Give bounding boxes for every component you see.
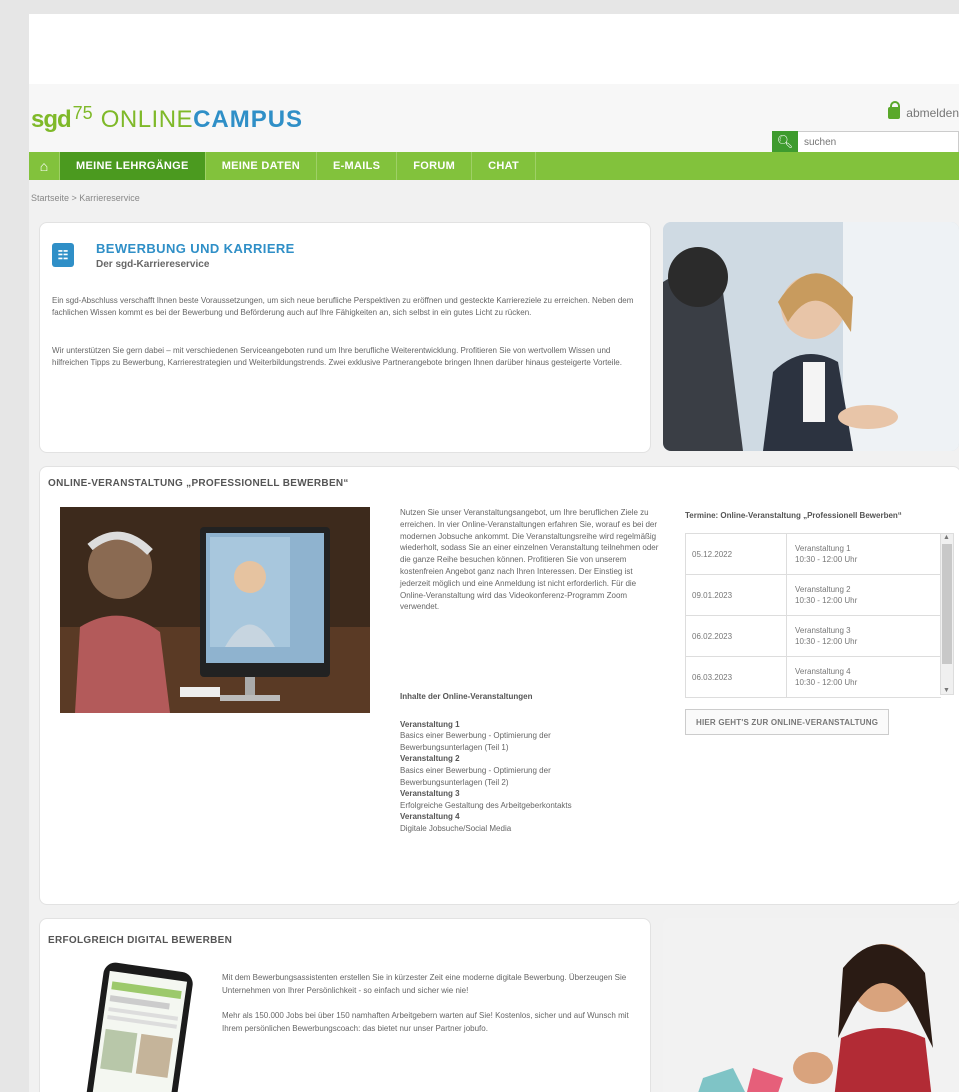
- schedule-table: 05.12.2022 Veranstaltung 1 10:30 - 12:00 …: [685, 533, 941, 698]
- schedule-event-name: Veranstaltung 4: [795, 667, 851, 676]
- schedule-event: Veranstaltung 2 10:30 - 12:00 Uhr: [787, 575, 941, 615]
- event-name: Veranstaltung 3: [400, 789, 460, 799]
- intro-paragraph-2: Wir unterstützen Sie gern dabei – mit ve…: [52, 346, 622, 367]
- digital-paragraph-2: Mehr als 150.000 Jobs bei über 150 namha…: [222, 1011, 629, 1033]
- digital-title: ERFOLGREICH DIGITAL BEWERBEN: [48, 935, 233, 946]
- schedule-event-name: Veranstaltung 3: [795, 626, 851, 635]
- intro-title: BEWERBUNG UND KARRIERE: [96, 241, 295, 256]
- logo-75: 75: [72, 103, 93, 123]
- scroll-thumb[interactable]: [942, 544, 952, 664]
- schedule-title: Termine: Online-Veranstaltung „Professio…: [685, 511, 902, 520]
- scroll-down-icon[interactable]: ▼: [943, 687, 950, 694]
- brand-light: ONLINE: [100, 106, 194, 133]
- logo-sgd: sgd: [31, 106, 72, 133]
- career-photo: [663, 222, 959, 451]
- event-name: Veranstaltung 4: [400, 812, 460, 822]
- schedule-date: 09.01.2023: [686, 575, 787, 615]
- brand-bold: CAMPUS: [193, 106, 304, 133]
- schedule-event: Veranstaltung 3 10:30 - 12:00 Uhr: [787, 616, 941, 656]
- digital-card: ERFOLGREICH DIGITAL BEWERBEN Mit dem Bew…: [39, 918, 651, 1092]
- event-name: Veranstaltung 1: [400, 719, 460, 729]
- logo[interactable]: sgd 75 ONLINECAMPUS: [31, 103, 303, 134]
- career-photo-image: [663, 222, 959, 451]
- breadcrumb[interactable]: Startseite > Karriereservice: [31, 193, 140, 203]
- page: sgd 75 ONLINECAMPUS abmelden 🔍︎ ⌂ MEINE …: [29, 14, 959, 1092]
- intro-paragraph-1: Ein sgd-Abschluss verschafft Ihnen beste…: [52, 296, 634, 317]
- phone-illustration: [65, 961, 205, 1092]
- schedule-date: 06.02.2023: [686, 616, 787, 656]
- schedule-event-name: Veranstaltung 2: [795, 585, 851, 594]
- online-event-text: Nutzen Sie unser Veranstaltungsangebot, …: [400, 508, 659, 612]
- table-row: 06.03.2023 Veranstaltung 4 10:30 - 12:00 …: [686, 657, 941, 697]
- home-icon[interactable]: ⌂: [29, 152, 60, 180]
- table-row: 05.12.2022 Veranstaltung 1 10:30 - 12:00 …: [686, 534, 941, 575]
- schedule-date: 05.12.2022: [686, 534, 787, 574]
- event-name: Veranstaltung 2: [400, 754, 460, 764]
- schedule-event-time: 10:30 - 12:00 Uhr: [795, 555, 858, 564]
- search-input[interactable]: [798, 131, 959, 153]
- search-icon: 🔍︎: [776, 134, 794, 149]
- logout-link[interactable]: abmelden: [888, 101, 959, 120]
- nav-item-daten[interactable]: MEINE DATEN: [206, 152, 317, 180]
- event-contents: Inhalte der Online-Veranstaltungen Veran…: [400, 691, 590, 835]
- main-nav: ⌂ MEINE LEHRGÄNGE MEINE DATEN E-MAILS FO…: [29, 152, 959, 180]
- schedule-event: Veranstaltung 4 10:30 - 12:00 Uhr: [787, 657, 941, 697]
- intro-card: ☷ BEWERBUNG UND KARRIERE Der sgd-Karrier…: [39, 222, 651, 453]
- schedule-event-time: 10:30 - 12:00 Uhr: [795, 596, 858, 605]
- schedule-event: Veranstaltung 1 10:30 - 12:00 Uhr: [787, 534, 941, 574]
- brand-name: ONLINECAMPUS: [101, 106, 303, 134]
- nav-item-chat[interactable]: CHAT: [472, 152, 537, 180]
- schedule-event-time: 10:30 - 12:00 Uhr: [795, 678, 858, 687]
- schedule-event-time: 10:30 - 12:00 Uhr: [795, 637, 858, 646]
- video-call-photo: [60, 507, 370, 713]
- online-event-title: ONLINE-VERANSTALTUNG „PROFESSIONELL BEWE…: [48, 478, 349, 489]
- online-event-button[interactable]: HIER GEHT'S ZUR ONLINE-VERANSTALTUNG: [685, 709, 890, 735]
- scroll-up-icon[interactable]: ▲: [943, 534, 950, 541]
- schedule-date: 06.03.2023: [686, 657, 787, 697]
- schedule-scrollbar[interactable]: ▲ ▼: [940, 533, 954, 695]
- digital-photo: [663, 918, 959, 1092]
- video-call-image: [60, 507, 370, 713]
- intro-subtitle: Der sgd-Karriereservice: [96, 259, 210, 270]
- nav-item-emails[interactable]: E-MAILS: [317, 152, 398, 180]
- contents-title: Inhalte der Online-Veranstaltungen: [400, 692, 533, 701]
- nav-item-lehrgaenge[interactable]: MEINE LEHRGÄNGE: [60, 152, 206, 180]
- online-event-card: ONLINE-VERANSTALTUNG „PROFESSIONELL BEWE…: [39, 466, 959, 905]
- lock-icon: [888, 101, 901, 119]
- table-row: 09.01.2023 Veranstaltung 2 10:30 - 12:00 …: [686, 575, 941, 616]
- digital-photo-image: [663, 918, 959, 1092]
- event-desc: Digitale Jobsuche/Social Media: [400, 823, 512, 833]
- event-desc: Erfolgreiche Gestaltung des Arbeitgeberk…: [400, 800, 572, 810]
- nav-item-forum[interactable]: FORUM: [397, 152, 473, 180]
- digital-paragraph-1: Mit dem Bewerbungsassistenten erstellen …: [222, 973, 627, 995]
- table-row: 06.02.2023 Veranstaltung 3 10:30 - 12:00 …: [686, 616, 941, 657]
- event-desc: Basics einer Bewerbung - Optimierung der…: [400, 765, 551, 787]
- search-button[interactable]: 🔍︎: [772, 131, 798, 153]
- search-bar: 🔍︎: [772, 131, 959, 153]
- phone-icon: [84, 962, 193, 1092]
- logout-label: abmelden: [906, 106, 959, 120]
- schedule-event-name: Veranstaltung 1: [795, 544, 851, 553]
- career-icon: ☷: [52, 243, 74, 267]
- event-desc: Basics einer Bewerbung - Optimierung der…: [400, 731, 551, 752]
- top-bar: [29, 14, 959, 84]
